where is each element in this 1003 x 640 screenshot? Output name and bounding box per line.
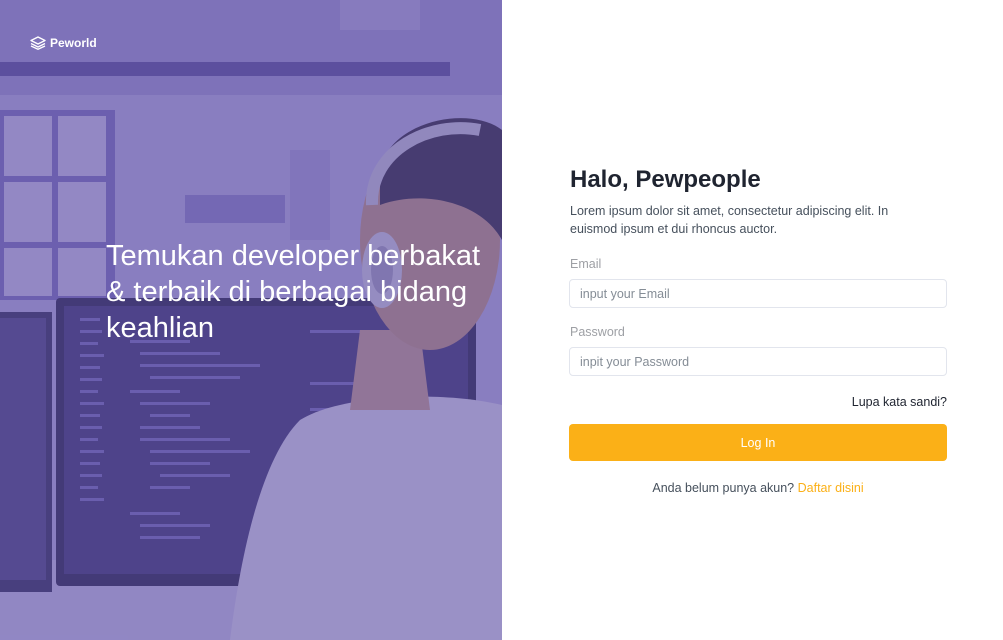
- intro-text: Lorem ipsum dolor sit amet, consectetur …: [570, 204, 889, 236]
- email-label: Email: [570, 257, 602, 271]
- signup-link[interactable]: Daftar disini: [798, 481, 864, 495]
- greeting-heading: Halo, Pewpeople: [570, 166, 761, 193]
- brand-name: Peworld: [50, 36, 97, 50]
- login-panel: Halo, Pewpeople Lorem ipsum dolor sit am…: [502, 0, 1003, 640]
- signup-prompt: Anda belum punya akun? Daftar disini: [569, 481, 947, 495]
- signup-prompt-text: Anda belum punya akun?: [652, 481, 795, 495]
- password-label: Password: [570, 325, 625, 339]
- hero-panel: Peworld Temukan developer berbakat & ter…: [0, 0, 502, 640]
- hero-tagline: Temukan developer berbakat & terbaik di …: [106, 240, 481, 344]
- brand-logo[interactable]: Peworld: [30, 36, 97, 50]
- email-field[interactable]: [569, 279, 947, 308]
- login-button[interactable]: Log In: [569, 424, 947, 461]
- forgot-password-link[interactable]: Lupa kata sandi?: [852, 395, 947, 409]
- stacked-layers-logo-icon: [30, 36, 46, 50]
- password-field[interactable]: [569, 347, 947, 376]
